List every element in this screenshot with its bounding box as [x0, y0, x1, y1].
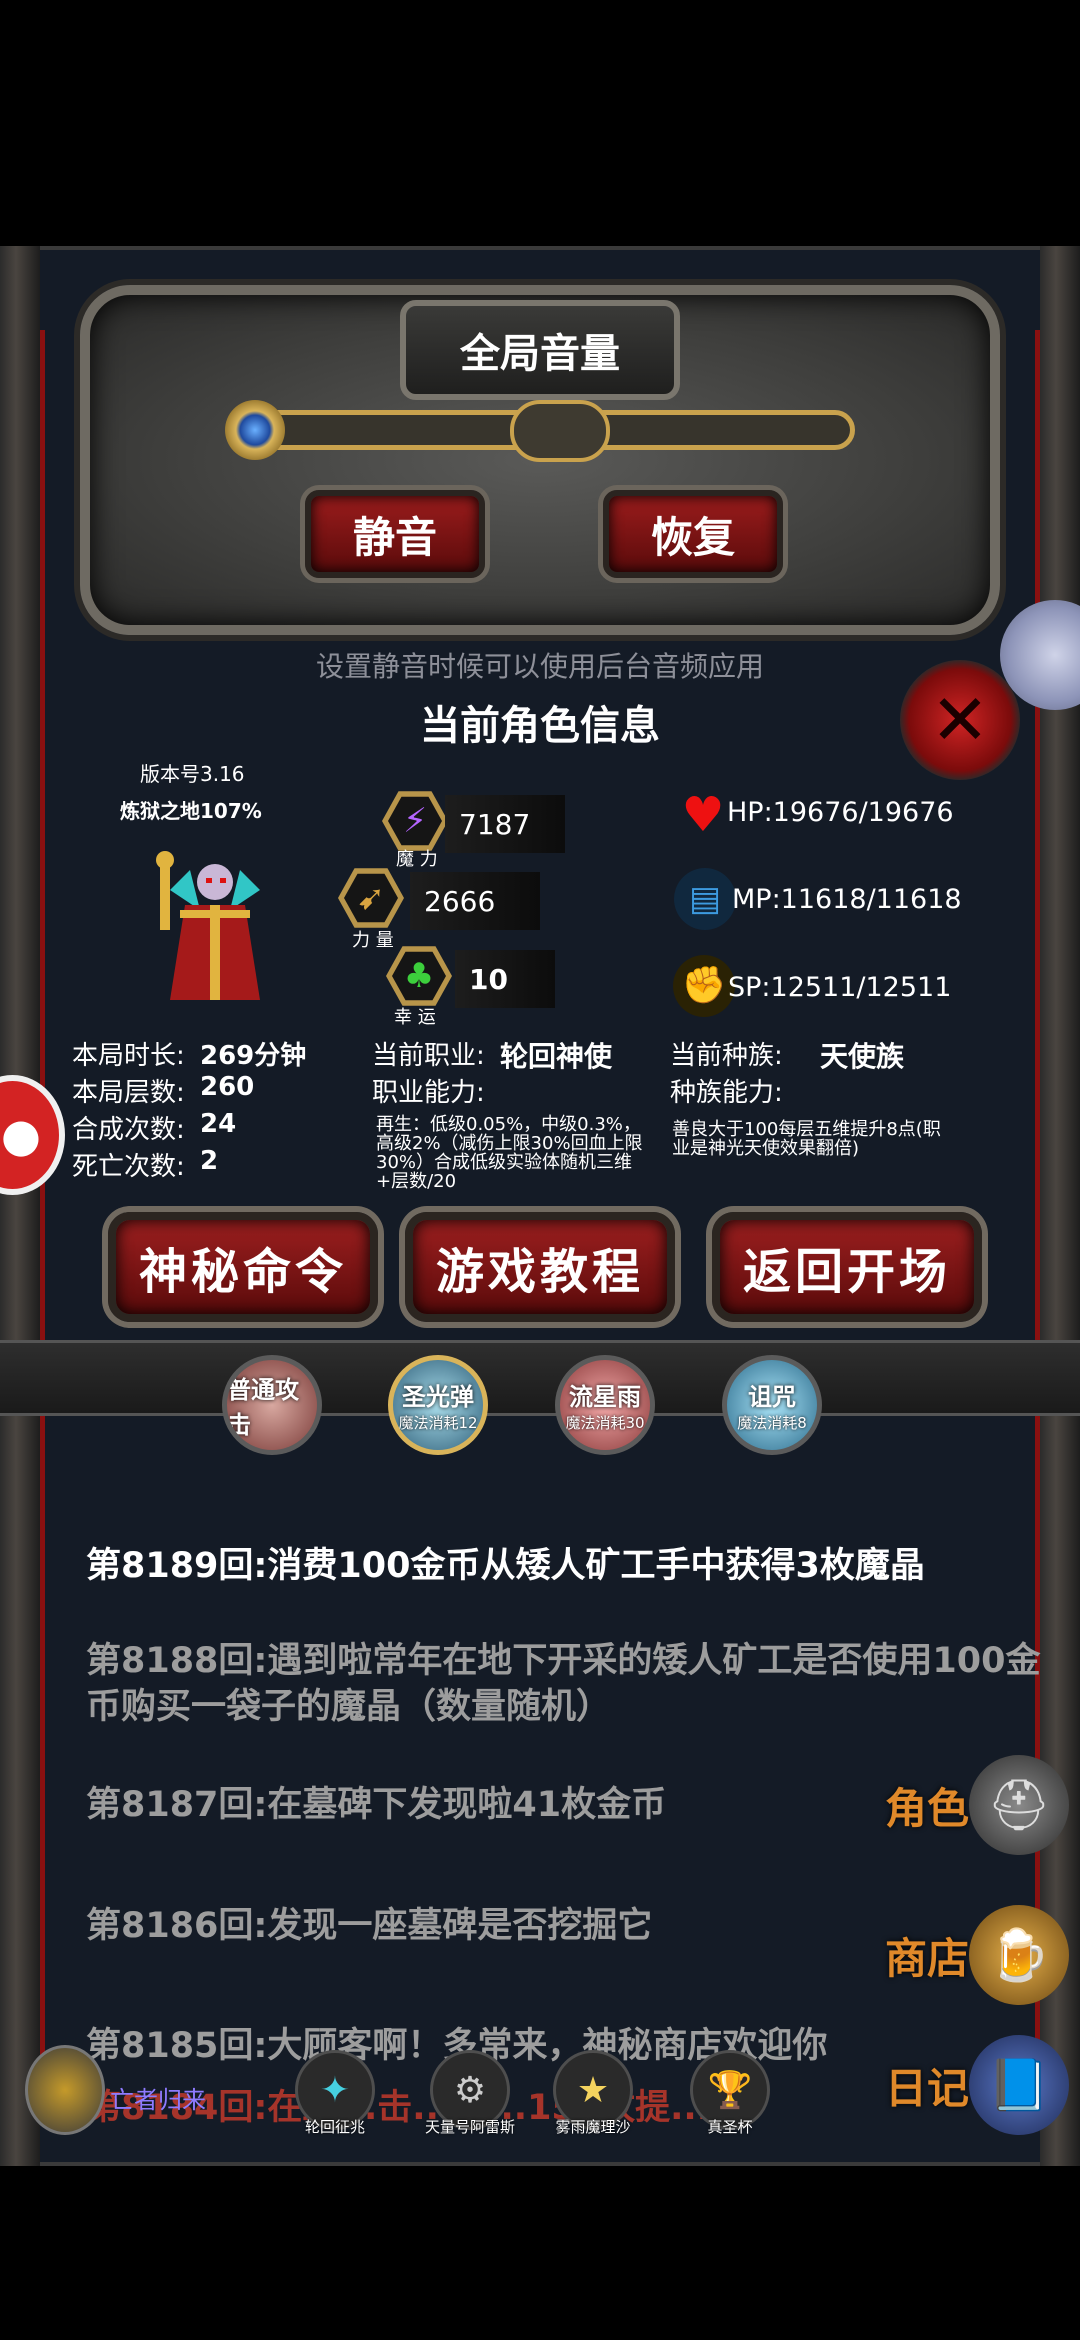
- race-ability-label: 种族能力:: [670, 1078, 783, 1108]
- stat-row-floors: 本局层数: 260: [72, 1072, 255, 1108]
- class-label: 当前职业:: [372, 1041, 485, 1071]
- panel-divider: [0, 1340, 1080, 1416]
- class-value: 轮回神使: [500, 1040, 613, 1073]
- mute-button[interactable]: 静音: [305, 490, 485, 578]
- volume-slider-knob[interactable]: [225, 400, 285, 460]
- log-entry: 第8189回:消费100金币从矮人矿工手中获得3枚魔晶: [86, 1546, 925, 1586]
- stat-row-deaths: 死亡次数: 2: [72, 1146, 219, 1182]
- luck-label: 幸 运: [394, 1007, 436, 1028]
- volume-title: 全局音量: [400, 300, 680, 400]
- stat-row-duration: 本局时长: 269分钟: [72, 1041, 307, 1071]
- role-menu-button[interactable]: 角色 ⛑: [885, 1755, 1070, 1855]
- skill-curse[interactable]: 诅咒 魔法消耗8: [722, 1355, 822, 1455]
- race-value: 天使族: [820, 1040, 905, 1073]
- restore-button[interactable]: 恢复: [603, 490, 783, 578]
- secret-command-button[interactable]: 神秘命令: [108, 1212, 378, 1322]
- item-slot-1[interactable]: ✦ 轮回征兆: [295, 2050, 375, 2137]
- hero-avatar-icon[interactable]: [25, 2045, 105, 2135]
- item-slot-2[interactable]: ⚙ 天量号阿雷斯: [425, 2050, 515, 2137]
- class-ability-text: 再生：低级0.05%，中级0.3%，高级2%（减伤上限30%回血上限30%）合成…: [376, 1114, 643, 1192]
- stat-row-merges: 合成次数: 24: [72, 1109, 237, 1145]
- skill-normal-attack[interactable]: 普通攻击: [222, 1355, 322, 1455]
- run-stats: 本局时长: 269分钟 本局层数: 260 合成次数: 24 死亡次数: 2: [72, 1035, 322, 1183]
- skill-meteor[interactable]: 流星雨 魔法消耗30: [555, 1355, 655, 1455]
- character-portrait: [140, 850, 290, 1010]
- sp-value: SP:12511/12511: [728, 972, 952, 1003]
- strength-label: 力 量: [352, 930, 394, 951]
- book-icon: 📘: [969, 2035, 1070, 2135]
- helmet-icon: ⛑: [969, 1755, 1070, 1855]
- tutorial-button[interactable]: 游戏教程: [405, 1212, 675, 1322]
- race-label: 当前种族:: [670, 1041, 783, 1071]
- frame-left-border: [0, 246, 40, 2166]
- magic-label: 魔 力: [396, 849, 438, 870]
- diary-menu-button[interactable]: 日记 📘: [885, 2035, 1070, 2135]
- magic-value: 7187: [445, 795, 565, 853]
- character-info-title: 当前角色信息: [420, 703, 660, 749]
- frame-right-border: [1040, 246, 1080, 2166]
- hero-label: 亡者归来: [110, 2086, 206, 2114]
- difficulty-label: 炼狱之地107%: [120, 799, 262, 823]
- hp-value: HP:19676/19676: [727, 797, 954, 828]
- luck-value: 10: [455, 950, 555, 1008]
- mp-icon: ▤: [674, 868, 736, 930]
- hp-heart-icon: ♥: [681, 787, 725, 843]
- shop-menu-button[interactable]: 商店 🍺: [885, 1905, 1070, 2005]
- frame-left-red-line: [40, 330, 45, 2110]
- log-entry: 第8188回:遇到啦常年在地下开采的矮人矿工是否使用100金币购买一袋子的魔晶（…: [86, 1641, 1041, 1727]
- item-slot-4[interactable]: 🏆 真圣杯: [690, 2050, 770, 2137]
- class-ability-label: 职业能力:: [372, 1078, 485, 1108]
- skill-holy-bolt[interactable]: 圣光弹 魔法消耗12: [388, 1355, 488, 1455]
- return-start-button[interactable]: 返回开场: [712, 1212, 982, 1322]
- race-ability-text: 善良大于100每层五维提升8点(职业是神光天使效果翻倍): [672, 1119, 941, 1159]
- slider-ornament: [510, 400, 610, 462]
- mug-icon: 🍺: [969, 1905, 1070, 2005]
- strength-value: 2666: [410, 872, 540, 930]
- version-label: 版本号3.16: [140, 762, 245, 786]
- sp-muscle-icon: ✊: [673, 955, 735, 1017]
- mp-value: MP:11618/11618: [732, 884, 962, 915]
- item-slot-3[interactable]: ★ 雾雨魔理沙: [553, 2050, 633, 2137]
